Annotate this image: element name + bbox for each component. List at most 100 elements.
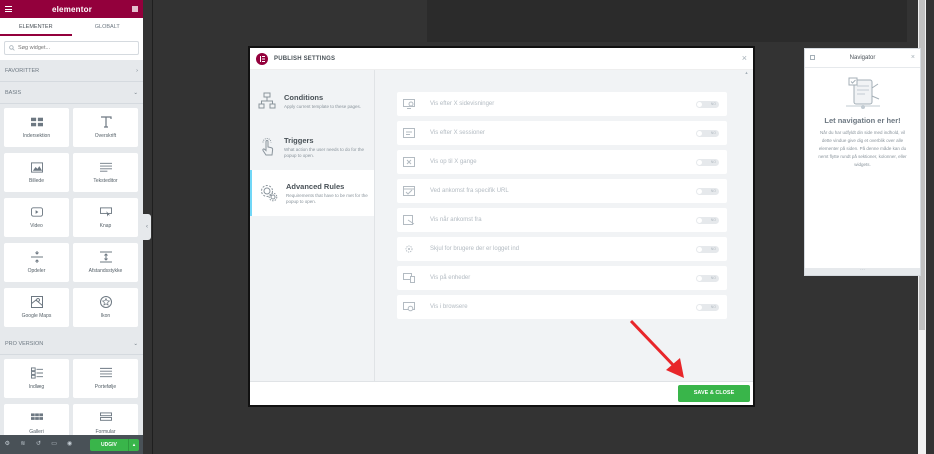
panel-footer: ⚙ ≋ ↺ ▭ ◉ UDGIV ▴ xyxy=(0,435,143,454)
publish-group: UDGIV ▴ xyxy=(89,438,139,451)
rule-toggle[interactable]: NO xyxy=(696,216,719,224)
search-box xyxy=(4,41,139,55)
rule-toggle[interactable]: NO xyxy=(696,245,719,253)
category-basic[interactable]: BASIS ⌄ xyxy=(0,82,143,104)
modal-divider xyxy=(374,70,375,383)
navigator-header: Navigator × xyxy=(805,49,920,68)
toggle-text: NO xyxy=(710,275,716,280)
nav-title: Advanced Rules xyxy=(286,181,345,191)
category-favorites[interactable]: FAVORITTER › xyxy=(0,60,143,82)
navigator-description: Når du har udfyldt din side med indhold,… xyxy=(818,130,907,167)
save-and-close-button[interactable]: SAVE & CLOSE xyxy=(678,385,750,402)
tab-elements[interactable]: ELEMENTER xyxy=(0,18,72,36)
navigator-illustration-icon xyxy=(845,77,880,109)
scroll-up-icon[interactable]: ▲ xyxy=(744,70,749,75)
widget-label: Billede xyxy=(28,177,44,184)
widget-divider[interactable]: Opdeler xyxy=(4,243,69,282)
rule-toggle[interactable]: NO xyxy=(696,100,719,108)
nav-title: Conditions xyxy=(284,92,324,102)
widget-label: Galleri xyxy=(29,428,44,435)
settings-gear-icon[interactable]: ⚙ xyxy=(4,441,11,448)
widget-google-maps[interactable]: Google Maps xyxy=(4,288,69,327)
rule-label: Vis op til X gange xyxy=(430,158,477,165)
category-label: BASIS xyxy=(5,89,22,96)
widget-label: Formular xyxy=(95,428,116,435)
navigator-heading: Let navigation er her! xyxy=(824,116,901,125)
widget-label: Overskrift xyxy=(94,132,117,139)
toggle-text: NO xyxy=(710,130,716,135)
modal-footer: SAVE & CLOSE xyxy=(250,381,753,405)
widget-image[interactable]: Billede xyxy=(4,153,69,192)
widget-inner-section[interactable]: Indersektion xyxy=(4,108,69,147)
video-icon xyxy=(30,207,43,218)
widget-icon[interactable]: Ikon xyxy=(73,288,138,327)
widget-spacer[interactable]: Afstandsstykke xyxy=(73,243,138,282)
nav-item-advanced-rules[interactable]: Advanced Rules Requirements that have to… xyxy=(250,170,374,216)
preview-eye-icon[interactable]: ◉ xyxy=(66,441,73,448)
publish-button[interactable]: UDGIV xyxy=(89,438,128,451)
rule-row: Vis på enheder NO xyxy=(397,266,727,290)
toggle-text: NO xyxy=(710,217,716,222)
widget-video[interactable]: Video xyxy=(4,198,69,237)
widget-portfolio[interactable]: Portefølje xyxy=(73,359,138,398)
nav-item-triggers[interactable]: Triggers What action the user needs to d… xyxy=(250,124,374,170)
responsive-icon[interactable]: ▭ xyxy=(51,441,58,448)
rule-toggle[interactable]: NO xyxy=(696,129,719,137)
menu-icon[interactable] xyxy=(5,6,12,12)
rule-label: Skjul for brugere der er logget ind xyxy=(430,245,520,252)
modal-nav: Conditions Apply current template to the… xyxy=(250,78,374,216)
nav-description: What action the user needs to do for the… xyxy=(284,146,365,158)
close-icon[interactable]: × xyxy=(742,54,747,63)
widget-label: Afstandsstykke xyxy=(88,267,123,274)
widget-heading[interactable]: Overskrift xyxy=(73,108,138,147)
browser-icon xyxy=(403,302,415,312)
tap-hand-icon xyxy=(262,138,274,156)
layers-icon[interactable]: ≋ xyxy=(20,441,27,448)
image-icon xyxy=(30,161,43,173)
rule-toggle[interactable]: NO xyxy=(696,303,719,311)
annotation-arrow-icon xyxy=(629,319,684,378)
modal-scrollbar[interactable]: ▲ xyxy=(744,70,749,383)
times-icon xyxy=(403,157,415,167)
panel-collapse-handle[interactable]: ‹ xyxy=(143,214,151,240)
category-pro[interactable]: PRO VERSION ⌄ xyxy=(0,333,143,355)
rule-label: Ved ankomst fra specifik URL xyxy=(430,187,509,194)
widget-label: Video xyxy=(30,222,43,229)
elementor-e-icon xyxy=(256,52,268,65)
widgets-grid-icon[interactable] xyxy=(131,6,138,12)
toggle-text: NO xyxy=(710,304,716,309)
posts-icon xyxy=(30,367,43,379)
widget-label: Teksteditor xyxy=(93,177,118,184)
rule-label: Vis efter X sidevisninger xyxy=(430,100,495,107)
publish-options-caret-icon[interactable]: ▴ xyxy=(127,438,139,451)
url-icon xyxy=(403,186,415,196)
widget-posts[interactable]: Indlæg xyxy=(4,359,69,398)
google-maps-icon xyxy=(30,296,43,308)
rule-toggle[interactable]: NO xyxy=(696,158,719,166)
widget-text-editor[interactable]: Teksteditor xyxy=(73,153,138,192)
tab-global[interactable]: GLOBALT xyxy=(72,18,144,36)
canvas-dark-region xyxy=(427,0,907,42)
toggle-text: NO xyxy=(710,159,716,164)
navigator-resize-handle[interactable]: ⋯ xyxy=(805,268,920,275)
close-icon[interactable]: × xyxy=(911,54,915,61)
chevron-down-icon: ⌄ xyxy=(133,340,138,347)
history-icon[interactable]: ↺ xyxy=(35,441,42,448)
rule-toggle[interactable]: NO xyxy=(696,187,719,195)
search-input[interactable] xyxy=(18,45,128,51)
nav-item-conditions[interactable]: Conditions Apply current template to the… xyxy=(250,78,374,124)
basic-widgets-grid: Indersektion Overskrift Billede Tekstedi… xyxy=(0,104,143,333)
minimize-icon[interactable] xyxy=(810,55,815,60)
button-icon xyxy=(99,206,112,218)
widget-label: Portefølje xyxy=(94,383,117,390)
nav-text: Triggers What action the user needs to d… xyxy=(284,136,368,159)
toggle-text: NO xyxy=(710,246,716,251)
sessions-icon xyxy=(403,128,415,138)
rule-toggle[interactable]: NO xyxy=(696,274,719,282)
devices-icon xyxy=(403,273,415,283)
nav-title: Triggers xyxy=(284,135,314,145)
star-icon xyxy=(99,296,112,308)
widget-button[interactable]: Knap xyxy=(73,198,138,237)
chevron-down-icon: ⌄ xyxy=(133,89,138,96)
chevron-right-icon: › xyxy=(136,67,138,74)
